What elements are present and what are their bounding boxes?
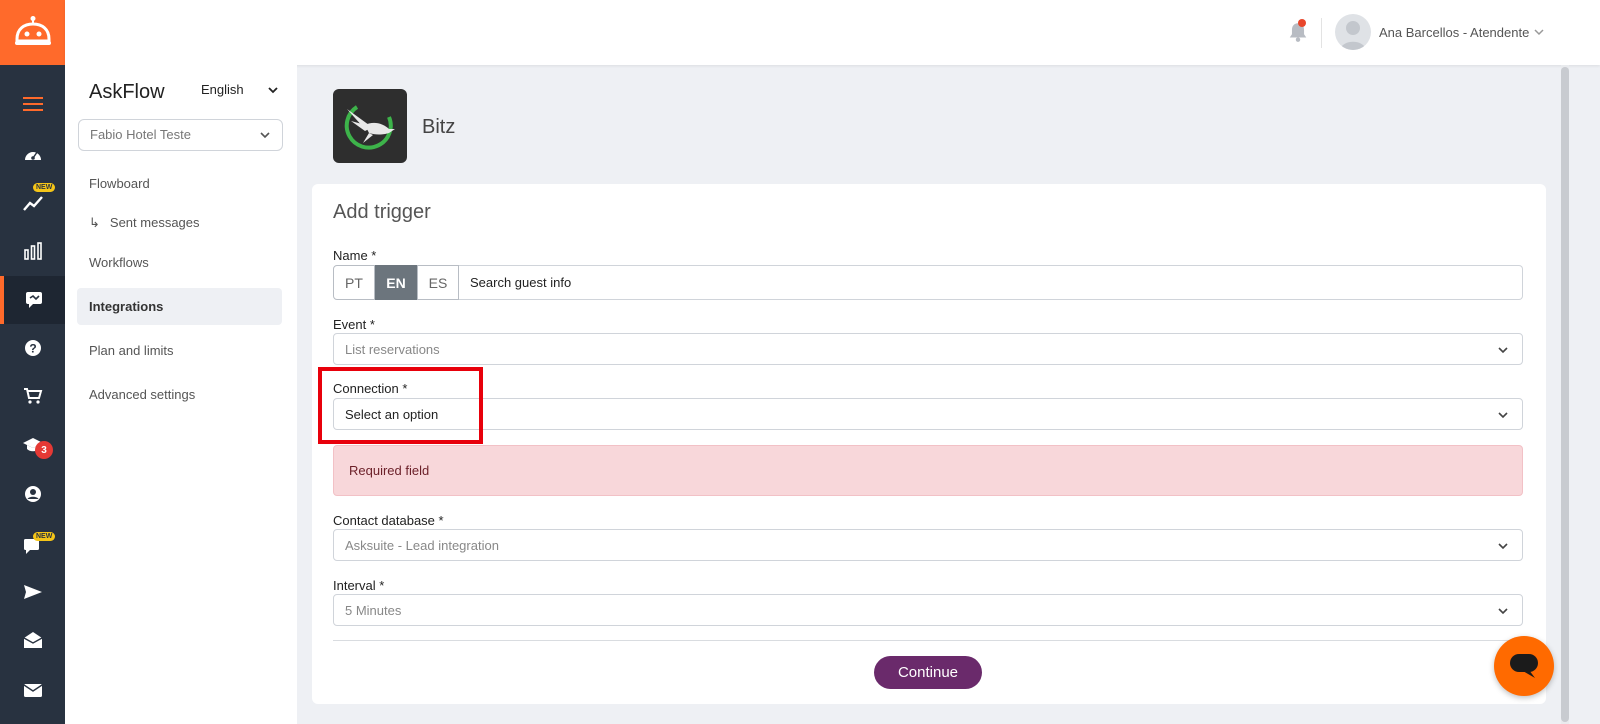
- continue-button[interactable]: Continue: [874, 656, 982, 689]
- eagle-logo-icon: [344, 105, 395, 150]
- interval-select[interactable]: 5 Minutes: [333, 594, 1523, 626]
- integration-name: Bitz: [422, 116, 456, 138]
- hotel-select-value: Fabio Hotel Teste: [90, 127, 191, 142]
- top-bar: Ana Barcellos - Atendente: [65, 0, 1600, 65]
- sub-item-arrow-icon: ↳: [89, 214, 100, 230]
- language-select[interactable]: English: [201, 82, 244, 97]
- speedometer-icon: [24, 151, 41, 160]
- rail-send-button[interactable]: [0, 568, 65, 616]
- rail-trends-button[interactable]: NEW: [0, 179, 65, 227]
- highlight-box: [318, 367, 483, 444]
- rail-shop-button[interactable]: [0, 372, 65, 420]
- menu-toggle-button[interactable]: [0, 80, 65, 128]
- hamburger-icon: [22, 97, 43, 111]
- mail-icon: [23, 684, 42, 697]
- chevron-down-icon: [1498, 543, 1508, 550]
- cart-icon: [23, 388, 42, 404]
- form-title: Add trigger: [333, 201, 431, 223]
- chat-widget-button[interactable]: [1494, 636, 1554, 696]
- user-circle-icon: [24, 486, 41, 502]
- notification-dot: [1298, 19, 1306, 27]
- sidebar-item-advanced-settings[interactable]: Advanced settings: [77, 376, 282, 413]
- contact-database-label: Contact database *: [333, 513, 444, 528]
- connection-select[interactable]: Select an option: [333, 398, 1523, 430]
- sidebar-item-label: Plan and limits: [89, 343, 174, 358]
- name-input[interactable]: Search guest info: [459, 265, 1523, 300]
- topbar-divider: [1321, 18, 1322, 48]
- required-field-alert: Required field: [333, 445, 1523, 496]
- left-rail: NEW ? 3 NEW: [0, 0, 65, 724]
- interval-select-value: 5 Minutes: [345, 603, 402, 618]
- rail-askflow-button[interactable]: [0, 276, 65, 324]
- sidebar-item-sent-messages[interactable]: ↳ Sent messages: [77, 204, 282, 241]
- app-logo[interactable]: [0, 0, 65, 65]
- user-name[interactable]: Ana Barcellos - Atendente: [1379, 25, 1529, 40]
- sidebar-item-plan-and-limits[interactable]: Plan and limits: [77, 332, 282, 369]
- name-label: Name *: [333, 248, 377, 263]
- svg-text:?: ?: [29, 342, 36, 356]
- notifications-count-badge: 3: [35, 441, 53, 459]
- lang-tab-en[interactable]: EN: [375, 265, 417, 300]
- chevron-down-icon: [1498, 347, 1508, 354]
- chevron-down-icon[interactable]: [268, 85, 278, 95]
- name-language-switch: PT EN ES: [333, 265, 459, 300]
- chat-bubble-icon: [1510, 654, 1538, 678]
- sidebar-item-flowboard[interactable]: Flowboard: [77, 165, 282, 202]
- module-title: AskFlow: [89, 81, 165, 103]
- sidebar-item-workflows[interactable]: Workflows: [77, 244, 282, 281]
- rail-academy-button[interactable]: 3: [0, 421, 65, 469]
- integration-logo: [333, 89, 407, 163]
- rail-help-button[interactable]: ?: [0, 324, 65, 372]
- sidebar-item-label: Workflows: [89, 255, 149, 270]
- chat-flow-icon: [25, 292, 42, 308]
- rail-profile-button[interactable]: [0, 470, 65, 518]
- rail-reports-button[interactable]: [0, 227, 65, 275]
- bar-chart-icon: [23, 242, 42, 260]
- help-icon: ?: [24, 340, 41, 356]
- rail-conversations-button[interactable]: NEW: [0, 522, 65, 570]
- rail-dashboard-button[interactable]: [0, 131, 65, 179]
- sidebar-item-label: Flowboard: [89, 176, 150, 191]
- event-select-value: List reservations: [345, 342, 440, 357]
- rail-mail-button[interactable]: [0, 666, 65, 714]
- sidebar-item-label: Advanced settings: [89, 387, 196, 402]
- new-badge: NEW: [33, 183, 56, 192]
- new-badge: NEW: [33, 532, 56, 541]
- rail-inbox-button[interactable]: [0, 616, 65, 664]
- sidebar-item-label: Integrations: [89, 299, 164, 314]
- chevron-down-icon: [1498, 412, 1508, 419]
- avatar[interactable]: [1335, 14, 1371, 50]
- add-trigger-form: Add trigger Name * PT EN ES Search guest…: [312, 184, 1546, 704]
- trend-icon: [22, 196, 43, 211]
- lang-tab-es[interactable]: ES: [417, 265, 459, 300]
- scrollbar-thumb[interactable]: [1561, 67, 1569, 722]
- event-label: Event *: [333, 317, 375, 332]
- lang-tab-pt[interactable]: PT: [333, 265, 375, 300]
- send-icon: [23, 585, 42, 599]
- contact-database-value: Asksuite - Lead integration: [345, 538, 499, 553]
- user-silhouette-icon: [1340, 21, 1366, 50]
- contact-database-select[interactable]: Asksuite - Lead integration: [333, 529, 1523, 561]
- sidebar-item-integrations[interactable]: Integrations: [77, 288, 282, 325]
- chevron-down-icon: [1498, 608, 1508, 615]
- integration-header: Bitz: [313, 65, 1553, 180]
- event-select[interactable]: List reservations: [333, 333, 1523, 365]
- bot-icon: [14, 15, 51, 45]
- chevron-down-icon[interactable]: [1534, 27, 1544, 37]
- form-divider: [333, 640, 1523, 641]
- sidebar-item-label: Sent messages: [109, 215, 200, 230]
- hotel-select[interactable]: Fabio Hotel Teste: [78, 119, 283, 151]
- interval-label: Interval *: [333, 578, 385, 593]
- chevron-down-icon: [260, 132, 270, 139]
- secondary-sidebar: AskFlow English Fabio Hotel Teste Flowbo…: [65, 65, 297, 724]
- open-mail-icon: [23, 632, 42, 648]
